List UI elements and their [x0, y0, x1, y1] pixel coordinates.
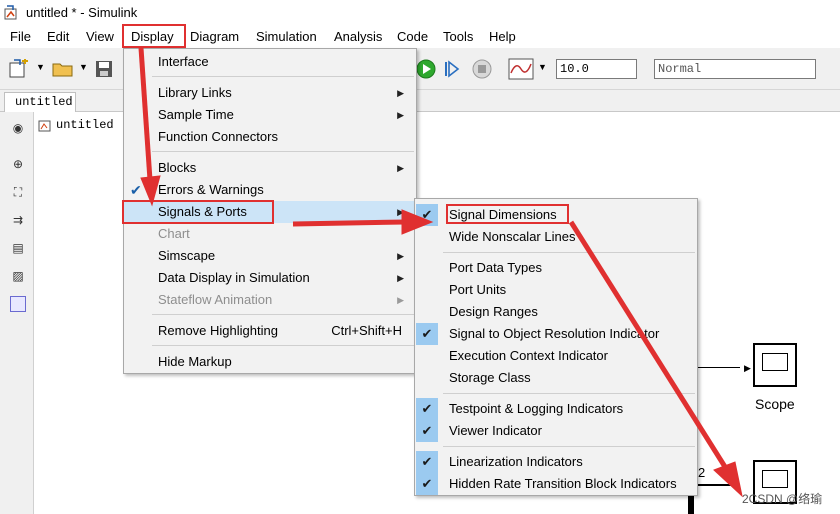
menu-simulation[interactable]: Simulation [256, 28, 317, 46]
menu-edit[interactable]: Edit [47, 28, 69, 46]
menu-item-hide-markup[interactable]: Hide Markup [124, 351, 416, 373]
menu-item-design-ranges[interactable]: Design Ranges [415, 301, 697, 323]
menu-item-library-links[interactable]: Library Links ▶ [124, 82, 416, 104]
menu-item-simscape[interactable]: Simscape ▶ [124, 245, 416, 267]
menu-separator [152, 76, 414, 77]
menu-separator [443, 446, 695, 447]
step-forward-icon[interactable] [443, 59, 461, 79]
window-title: untitled * - Simulink [26, 5, 138, 20]
menu-tools[interactable]: Tools [443, 28, 473, 46]
breadcrumb-label: untitled [56, 118, 114, 132]
signal-arrowhead-icon: ▶ [744, 363, 751, 373]
fit-to-view-icon[interactable]: ⛶ [10, 184, 26, 200]
menu-separator [443, 393, 695, 394]
scope-block[interactable] [753, 343, 797, 387]
menu-item-remove-highlighting[interactable]: Remove Highlighting Ctrl+Shift+H [124, 320, 416, 342]
menu-code[interactable]: Code [397, 28, 428, 46]
signals-ports-submenu: ✔ Signal Dimensions Wide Nonscalar Lines … [414, 198, 698, 496]
menu-item-data-display[interactable]: Data Display in Simulation ▶ [124, 267, 416, 289]
scope-label[interactable]: Scope [755, 396, 795, 412]
checkmark-icon: ✔ [416, 420, 438, 442]
menu-file[interactable]: File [10, 28, 31, 46]
checkmark-icon: ✔ [416, 204, 438, 226]
submenu-arrow-icon: ▶ [397, 207, 404, 217]
checkmark-icon: ✔ [130, 182, 142, 198]
checkmark-icon: ✔ [416, 473, 438, 495]
menu-item-signal-object-resolution[interactable]: ✔ Signal to Object Resolution Indicator [415, 323, 697, 345]
menu-diagram[interactable]: Diagram [190, 28, 239, 46]
area-icon[interactable] [10, 296, 26, 312]
annotation-icon[interactable]: ▤ [10, 240, 26, 256]
checkmark-icon: ✔ [416, 323, 438, 345]
scope-screen-icon-2 [762, 470, 788, 488]
title-bar: untitled * - Simulink [0, 0, 840, 26]
watermark: 2CSDN @络瑜 [742, 492, 823, 506]
save-icon[interactable] [95, 60, 113, 78]
menu-item-testpoint-logging[interactable]: ✔ Testpoint & Logging Indicators [415, 398, 697, 420]
left-palette: ◉ ⊕ ⛶ ⇉ ▤ ▨ [0, 112, 34, 514]
menu-separator [443, 252, 695, 253]
menu-item-chart: Chart [158, 226, 190, 241]
menu-item-interface[interactable]: Interface [124, 51, 416, 73]
scope-signal-icon[interactable] [508, 58, 534, 80]
simulation-mode-select[interactable]: Normal [654, 59, 816, 79]
menu-item-sample-time[interactable]: Sample Time ▶ [124, 104, 416, 126]
open-dropdown-icon[interactable]: ▼ [79, 62, 88, 72]
run-icon[interactable] [416, 59, 436, 79]
submenu-arrow-icon: ▶ [397, 110, 404, 120]
model-icon [38, 120, 51, 132]
scope-dropdown-icon[interactable]: ▼ [538, 62, 547, 72]
menu-separator [152, 151, 414, 152]
menu-item-port-units[interactable]: Port Units [415, 279, 697, 301]
menu-view[interactable]: View [86, 28, 114, 46]
simulink-logo-icon [4, 5, 17, 20]
menu-separator [152, 345, 414, 346]
arrow-icon[interactable]: ⇉ [10, 212, 26, 228]
menu-item-blocks[interactable]: Blocks ▶ [124, 157, 416, 179]
menu-item-port-data-types[interactable]: Port Data Types [415, 257, 697, 279]
tab-untitled[interactable]: untitled [4, 92, 76, 112]
menu-item-stateflow-animation: Stateflow Animation ▶ [124, 289, 416, 311]
submenu-arrow-icon: ▶ [397, 163, 404, 173]
submenu-arrow-icon: ▶ [397, 273, 404, 283]
open-folder-icon[interactable] [52, 60, 74, 78]
stop-icon[interactable] [472, 59, 492, 79]
hide-browser-icon[interactable]: ◉ [10, 120, 26, 136]
scope-screen-icon [762, 353, 788, 371]
zoom-icon[interactable]: ⊕ [10, 156, 26, 172]
menu-help[interactable]: Help [489, 28, 516, 46]
menu-item-wide-nonscalar-lines[interactable]: Wide Nonscalar Lines [415, 226, 697, 248]
menu-item-execution-context[interactable]: Execution Context Indicator [415, 345, 697, 367]
menu-item-linearization-indicators[interactable]: ✔ Linearization Indicators [415, 451, 697, 473]
menu-item-errors-warnings[interactable]: ✔ Errors & Warnings [124, 179, 416, 201]
checkmark-icon: ✔ [416, 451, 438, 473]
submenu-arrow-icon: ▶ [397, 251, 404, 261]
menu-item-storage-class[interactable]: Storage Class [415, 367, 697, 389]
submenu-arrow-icon: ▶ [397, 88, 404, 98]
display-menu-annotation-box [122, 24, 186, 48]
submenu-arrow-icon: ▶ [397, 295, 404, 305]
signals-ports-annotation-box [122, 200, 274, 224]
signal-dimension-label: 2 [698, 465, 706, 480]
shortcut-label: Ctrl+Shift+H [331, 323, 402, 338]
menu-item-viewer-indicator[interactable]: ✔ Viewer Indicator [415, 420, 697, 442]
new-model-icon[interactable] [8, 59, 30, 79]
signal-dimensions-annotation-box [446, 204, 569, 224]
new-model-dropdown-icon[interactable]: ▼ [36, 62, 45, 72]
checkmark-icon: ✔ [416, 398, 438, 420]
menu-separator [152, 314, 414, 315]
menu-analysis[interactable]: Analysis [334, 28, 382, 46]
image-icon[interactable]: ▨ [10, 268, 26, 284]
stop-time-input[interactable]: 10.0 [556, 59, 637, 79]
menu-item-hidden-rate-transition[interactable]: ✔ Hidden Rate Transition Block Indicators [415, 473, 697, 495]
menu-item-function-connectors[interactable]: Function Connectors [124, 126, 416, 148]
